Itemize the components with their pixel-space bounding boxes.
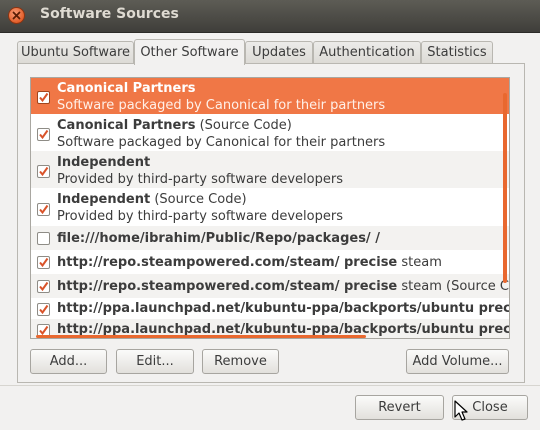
checkbox-icon[interactable]	[37, 256, 50, 269]
list-item[interactable]: Independent (Source Code) Provided by th…	[31, 188, 509, 226]
source-description: Provided by third-party software develop…	[57, 172, 343, 187]
window-title: Software Sources	[40, 6, 179, 22]
source-name: http://ppa.launchpad.net/kubuntu-ppa/bac…	[57, 301, 509, 316]
source-name: Independent	[57, 192, 151, 207]
mouse-pointer-icon	[454, 400, 468, 421]
title-bar: Software Sources	[0, 0, 540, 33]
source-description: Provided by third-party software develop…	[57, 209, 343, 224]
source-suffix: steam	[397, 255, 442, 270]
list-item[interactable]: http://ppa.launchpad.net/kubuntu-ppa/bac…	[31, 298, 509, 319]
list-item[interactable]: Canonical Partners Software packaged by …	[31, 78, 509, 114]
checkbox-icon[interactable]	[37, 203, 50, 216]
horizontal-scrollbar[interactable]	[36, 335, 366, 338]
tab-other-software[interactable]: Other Software	[134, 39, 245, 65]
tab-updates[interactable]: Updates	[245, 41, 313, 64]
divider	[0, 385, 540, 386]
tab-ubuntu-software[interactable]: Ubuntu Software	[17, 41, 134, 64]
checkbox-icon[interactable]	[37, 128, 50, 141]
checkbox-icon[interactable]	[37, 91, 50, 104]
list-item[interactable]: Independent Provided by third-party soft…	[31, 151, 509, 188]
add-volume-button[interactable]: Add Volume...	[406, 349, 509, 374]
source-name: Canonical Partners	[57, 81, 196, 96]
checkbox-icon[interactable]	[37, 232, 50, 245]
window-close-icon[interactable]	[8, 7, 25, 24]
list-item[interactable]: file:///home/ibrahim/Public/Repo/package…	[31, 226, 509, 250]
source-suffix: (Source Code)	[195, 118, 292, 133]
source-name: Canonical Partners	[57, 118, 196, 133]
source-description: Software packaged by Canonical for their…	[57, 98, 386, 113]
edit-button[interactable]: Edit...	[116, 349, 194, 374]
list-item[interactable]: Canonical Partners (Source Code) Softwar…	[31, 114, 509, 151]
source-suffix: steam (Source Code)	[401, 279, 509, 294]
checkbox-icon[interactable]	[37, 165, 50, 178]
source-description: Software packaged by Canonical for their…	[57, 135, 386, 150]
list-item[interactable]: http://repo.steampowered.com/steam/ prec…	[31, 274, 509, 298]
checkbox-icon[interactable]	[37, 280, 50, 293]
add-button[interactable]: Add...	[30, 349, 107, 374]
source-suffix: (Source Code)	[150, 192, 247, 207]
vertical-scrollbar[interactable]	[503, 93, 507, 283]
source-name: http://repo.steampowered.com/steam/ prec…	[57, 279, 398, 294]
checkbox-icon[interactable]	[37, 303, 50, 316]
source-name: Independent	[57, 155, 151, 170]
revert-button[interactable]: Revert	[355, 395, 444, 420]
list-item[interactable]: http://repo.steampowered.com/steam/ prec…	[31, 250, 509, 274]
remove-button[interactable]: Remove	[202, 349, 279, 374]
tab-statistics[interactable]: Statistics	[421, 41, 493, 64]
tab-authentication[interactable]: Authentication	[313, 41, 421, 64]
source-name: http://repo.steampowered.com/steam/ prec…	[57, 255, 398, 270]
source-name: file:///home/ibrahim/Public/Repo/package…	[57, 231, 380, 246]
sources-list[interactable]: Canonical Partners Software packaged by …	[30, 77, 510, 339]
